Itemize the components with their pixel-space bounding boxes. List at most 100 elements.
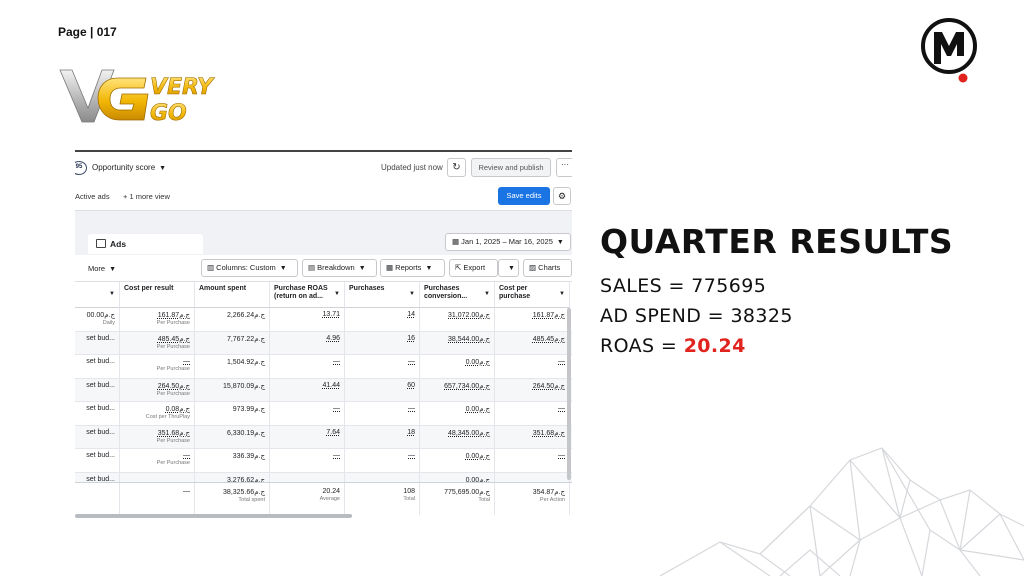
cell-value: 336.39ج.م	[232, 453, 265, 460]
cell-value: 657,734.00ج.م	[444, 382, 490, 390]
opportunity-score-badge: 95	[75, 161, 87, 175]
cell-value: set bud...	[86, 381, 115, 389]
cell-roas: —	[270, 402, 345, 426]
sort-icon: ▼	[109, 291, 115, 297]
cell-spent: 7,767.22ج.م	[195, 331, 270, 355]
date-range-picker[interactable]: ▦ Jan 1, 2025 – Mar 16, 2025 ▼	[445, 233, 571, 251]
cell-subtext: Per Purchase	[156, 437, 190, 444]
cell-value: 18	[407, 428, 415, 436]
more-view-link[interactable]: + 1 more view	[123, 192, 170, 201]
cell-conv: 0.00ج.م	[420, 449, 495, 473]
cell-budget: set bud...	[75, 331, 120, 355]
cell-value: 6,330.19ج.م	[226, 429, 265, 437]
cell-value: —	[408, 452, 415, 459]
cell-subtext: Daily	[102, 320, 115, 326]
cell-cpp: 161.87ج.م	[495, 308, 570, 332]
refresh-button[interactable]: ↻	[447, 158, 466, 177]
columns-button[interactable]: ▥ Columns: Custom ▼	[201, 259, 298, 277]
column-header-conv[interactable]: Purchases conversion... ▼	[420, 282, 495, 308]
cell-subtext: Per Purchase	[156, 320, 190, 326]
m-logo	[921, 18, 977, 83]
opportunity-score-dropdown[interactable]: Opportunity score ▼	[92, 163, 166, 172]
cell-value: 16	[407, 334, 415, 342]
cell-subtext: Per Purchase	[156, 460, 190, 466]
table-row[interactable]: set bud... 0.08ج.م Cost per ThruPlay 973.99…	[75, 402, 572, 426]
cell-purchases: —	[345, 449, 420, 473]
cell-value: 1,504.92ج.م	[226, 359, 265, 366]
total-spent: 38,325.66ج.م Total spent	[195, 483, 270, 515]
total-subtext: Total spent	[238, 497, 265, 503]
cell-spent: 15,870.09ج.م	[195, 378, 270, 402]
more-options-button[interactable]: ···	[556, 158, 572, 177]
table-row[interactable]: set bud... 485.45ج.م Per Purchase 7,767.22ج…	[75, 331, 572, 355]
column-header-cpp[interactable]: Cost per purchase ▼	[495, 282, 570, 308]
cell-value: set bud...	[86, 452, 115, 459]
cell-spent: 973.99ج.م	[195, 402, 270, 426]
cell-value: 0.00ج.م	[465, 453, 490, 460]
table-row[interactable]: set bud... 351.68ج.م Per Purchase 6,330.19ج…	[75, 425, 572, 449]
table-row[interactable]: set bud... — Per Purchase 336.39ج.م — —0.00ج.…	[75, 449, 572, 473]
total-value: 354.87ج.م	[532, 489, 565, 496]
vertical-scrollbar[interactable]	[567, 308, 571, 480]
cell-purchases: 16	[345, 331, 420, 355]
cell-value: —	[333, 452, 340, 459]
gray-spacer	[75, 211, 572, 229]
total-value: 775,695.00ج.م	[444, 489, 490, 496]
cell-value: —	[183, 452, 190, 459]
cell-cpr: 485.45ج.م Per Purchase	[120, 331, 195, 355]
cell-value: 264.50ج.م	[532, 382, 565, 390]
table-row[interactable]: 00.00ج.م Daily 161.87ج.م Per Purchase 2,266.…	[75, 308, 572, 332]
cell-value: —	[558, 405, 565, 412]
refresh-icon: ↻	[452, 162, 461, 173]
cell-conv: 48,345.00ج.م	[420, 425, 495, 449]
export-label: Export	[463, 263, 486, 272]
column-header-purchases[interactable]: Purchases ▼	[345, 282, 420, 308]
cell-cpr: 0.08ج.م Cost per ThruPlay	[120, 402, 195, 426]
cell-value: 13.71	[322, 311, 340, 318]
cell-spent: 2,266.24ج.م	[195, 308, 270, 332]
tab-ads[interactable]: Ads	[88, 234, 203, 254]
table-row[interactable]: set bud... 3,276.62ج.م 0.00ج.م	[75, 472, 572, 496]
cell-budget: set bud...	[75, 449, 120, 473]
review-and-publish-button[interactable]: Review and publish	[471, 158, 551, 177]
save-edits-button[interactable]: Save edits	[498, 187, 550, 205]
cell-budget: 00.00ج.م Daily	[75, 308, 120, 332]
cell-spent: 1,504.92ج.م	[195, 355, 270, 379]
table-row[interactable]: set bud... 264.50ج.م Per Purchase 15,870.09…	[75, 378, 572, 402]
breakdown-button[interactable]: ▤ Breakdown ▼	[302, 259, 377, 277]
reports-button[interactable]: ▦ Reports ▼	[380, 259, 445, 277]
export-button[interactable]: ⇱ Export	[449, 259, 498, 277]
cell-value: 15,870.09ج.م	[223, 382, 265, 390]
column-header-label: Purchase ROAS (return on ad...	[274, 285, 328, 300]
cell-value: 00.00ج.م	[86, 312, 115, 319]
column-header-roas[interactable]: Purchase ROAS (return on ad... ▼	[270, 282, 345, 308]
caret-down-icon: ▼	[358, 265, 366, 272]
settings-sliders-button[interactable]: ⚙	[553, 187, 571, 205]
horizontal-scrollbar[interactable]	[75, 514, 352, 518]
cell-value: 485.45ج.م	[157, 335, 190, 343]
cell-purchases: —	[345, 402, 420, 426]
cell-roas: —	[270, 449, 345, 473]
table-row[interactable]: set bud... — Per Purchase 1,504.92ج.م — —0.00…	[75, 355, 572, 379]
cell-value: 973.99ج.م	[232, 406, 265, 413]
go-text: GO	[150, 101, 187, 126]
charts-button[interactable]: ▨ Charts	[523, 259, 572, 277]
cell-conv: 38,544.00ج.م	[420, 331, 495, 355]
column-header-budget[interactable]: ▼	[75, 282, 120, 308]
cell-budget: set bud...	[75, 425, 120, 449]
total-subtext: Total	[478, 497, 490, 503]
ads-grid-icon	[96, 239, 106, 248]
caret-down-icon: ▼	[425, 265, 433, 272]
column-header-spent[interactable]: Amount spent	[195, 282, 270, 308]
column-header-cpr[interactable]: Cost per result	[120, 282, 195, 308]
sort-icon: ▼	[409, 291, 415, 297]
tab-active-ads[interactable]: Active ads	[75, 192, 110, 201]
cell-cpp: 264.50ج.م	[495, 378, 570, 402]
charts-icon: ▨	[529, 263, 539, 272]
export-dropdown-button[interactable]: ▼	[498, 259, 519, 277]
cell-value: —	[333, 358, 340, 365]
cell-subtext: Per Purchase	[156, 390, 190, 397]
more-menu[interactable]: More ▼	[88, 264, 116, 273]
cell-value: 7,767.22ج.م	[226, 335, 265, 343]
cell-conv: 0.00ج.م	[420, 355, 495, 379]
